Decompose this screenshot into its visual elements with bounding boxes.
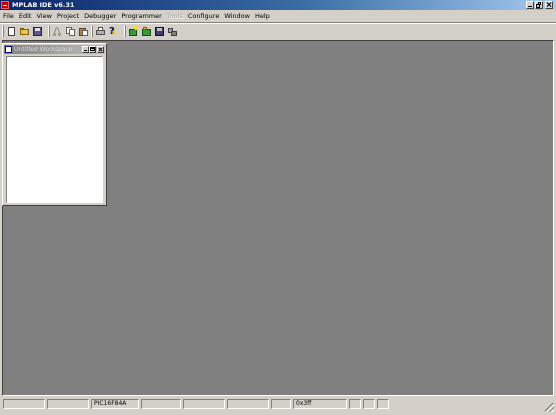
build-icon[interactable] [167, 26, 178, 37]
workspace-close-button[interactable] [97, 46, 104, 53]
menu-configure[interactable]: Configure [186, 10, 222, 22]
cut-icon[interactable] [52, 26, 63, 37]
menu-programmer[interactable]: Programmer [119, 10, 163, 22]
workspace-icon [5, 46, 12, 53]
new-project-icon[interactable] [128, 26, 139, 37]
workspace-title: Untitled Workspace [14, 46, 73, 53]
menu-debugger[interactable]: Debugger [82, 10, 118, 22]
open-project-icon[interactable] [141, 26, 152, 37]
toolbar-grip[interactable] [91, 26, 93, 37]
menu-project[interactable]: Project [55, 10, 81, 22]
workspace-title-bar[interactable]: Untitled Workspace [4, 45, 105, 54]
restore-button[interactable] [535, 1, 543, 9]
menu-view[interactable]: View [34, 10, 53, 22]
workspace-window-controls [82, 46, 104, 53]
status-cell [271, 399, 291, 409]
window-title: MPLAB IDE v6.31 [12, 1, 75, 9]
status-bar: PIC16F84A 0x3ff [0, 397, 556, 415]
minimize-button[interactable] [526, 1, 534, 9]
toolbar-grip[interactable] [2, 26, 4, 37]
copy-icon[interactable] [65, 26, 76, 37]
open-file-icon[interactable] [19, 26, 30, 37]
workspace-minimize-button[interactable] [82, 46, 89, 53]
new-file-icon[interactable] [6, 26, 17, 37]
save-project-icon[interactable] [154, 26, 165, 37]
status-program-counter: 0x3ff [293, 399, 347, 409]
workspace-window[interactable]: Untitled Workspace [2, 43, 107, 206]
menu-window[interactable]: Window [222, 10, 252, 22]
resize-grip[interactable] [545, 403, 554, 412]
workspace-maximize-button[interactable] [89, 46, 96, 53]
toolbar: ? [0, 24, 556, 39]
status-cell [47, 399, 89, 409]
mplab-app-icon[interactable] [1, 1, 9, 9]
workspace-tree-pane[interactable] [6, 56, 103, 203]
menu-file[interactable]: File [1, 10, 16, 22]
close-button[interactable] [545, 1, 553, 9]
status-cell [3, 399, 45, 409]
status-cell [141, 399, 181, 409]
status-processor: PIC16F84A [91, 399, 139, 409]
toolbar-grip[interactable] [124, 26, 126, 37]
menu-help[interactable]: Help [253, 10, 272, 22]
title-bar[interactable]: MPLAB IDE v6.31 [0, 0, 556, 10]
save-icon[interactable] [32, 26, 43, 37]
menu-bar: File Edit View Project Debugger Programm… [0, 10, 556, 22]
menu-edit[interactable]: Edit [17, 10, 34, 22]
status-cell [183, 399, 225, 409]
status-cell [349, 399, 361, 409]
status-cell [377, 399, 389, 409]
menu-tools[interactable]: Tools [165, 10, 185, 22]
window-controls [526, 1, 553, 9]
status-cell [227, 399, 269, 409]
status-cell [363, 399, 375, 409]
help-icon[interactable]: ? [107, 26, 118, 37]
toolbar-grip[interactable] [48, 26, 50, 37]
mplab-ide-window: MPLAB IDE v6.31 File Edit View Project D… [0, 0, 556, 415]
print-icon[interactable] [95, 26, 106, 37]
paste-icon[interactable] [78, 26, 89, 37]
